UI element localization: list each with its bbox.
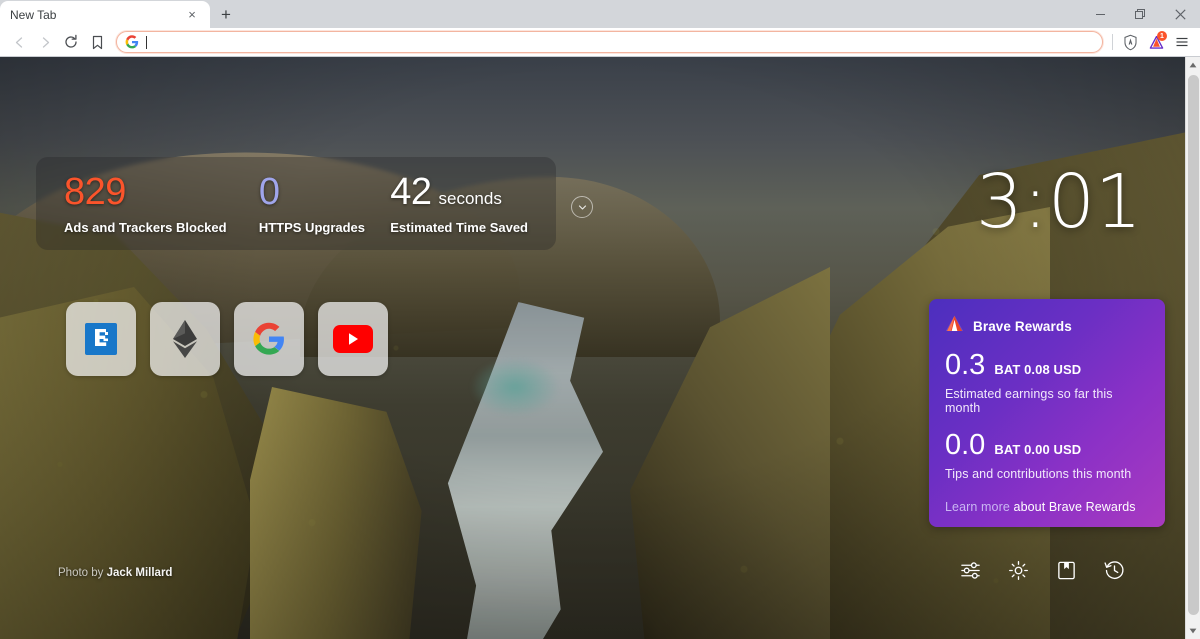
tile-ethereum[interactable] [150,302,220,376]
ethereum-icon [172,320,198,358]
river-pool [470,357,560,417]
rewards-learn-more: Learn more about Brave Rewards [945,500,1149,514]
stat-label: Estimated Time Saved [390,219,528,235]
learn-more-rest: about Brave Rewards [1013,500,1136,514]
tab-strip: New Tab × + [0,0,1200,28]
learn-more-link[interactable]: Learn more [945,500,1010,514]
brave-rewards-icon[interactable]: 1 [1144,30,1168,54]
top-sites-grid [66,302,388,376]
reload-icon[interactable] [58,29,84,55]
bookmarks-icon[interactable] [1055,559,1077,581]
browser-window: New Tab × + 1 829 Ads and Trackers Block… [0,0,1200,639]
scroll-down-icon[interactable] [1186,623,1200,639]
rewards-header: Brave Rewards [945,315,1149,337]
new-tab-page: 829 Ads and Trackers Blocked 0 HTTPS Upg… [0,57,1200,639]
youtube-icon [333,325,373,353]
back-icon[interactable] [6,29,32,55]
window-controls [1080,0,1200,28]
google-icon [252,322,286,356]
scrollbar-track[interactable] [1186,73,1200,623]
minimize-icon[interactable] [1080,0,1120,28]
browser-tab[interactable]: New Tab × [0,1,210,28]
credit-author[interactable]: Jack Millard [107,567,173,579]
credit-prefix: Photo by [58,567,104,579]
forward-icon[interactable] [32,29,58,55]
stat-ads-blocked: 829 Ads and Trackers Blocked [64,173,259,235]
stat-value: 829 [64,170,126,213]
tile-google[interactable] [234,302,304,376]
earnings-amount: 0.3 [945,349,986,381]
page-scrollbar[interactable] [1185,57,1200,639]
stat-unit: seconds [438,188,502,208]
tab-title: New Tab [10,7,57,22]
stat-value: 0 [258,170,280,213]
tips-description: Tips and contributions this month [945,467,1132,481]
stat-label: Ads and Trackers Blocked [64,219,227,235]
divider [1112,34,1113,50]
chevron-down-icon[interactable] [571,196,593,218]
scroll-up-icon[interactable] [1186,57,1200,73]
url-input[interactable] [147,35,1094,49]
stat-https-upgrades: 0 HTTPS Upgrades [259,173,390,235]
browser-toolbar: 1 [0,28,1200,57]
privacy-stats-panel: 829 Ads and Trackers Blocked 0 HTTPS Upg… [36,157,556,250]
dashboard-actions [959,559,1125,581]
scrollbar-thumb[interactable] [1187,75,1199,615]
bat-triangle-icon [945,315,964,337]
stat-value: 42 [390,170,432,213]
maximize-restore-icon[interactable] [1120,0,1160,28]
rewards-title: Brave Rewards [973,318,1072,334]
close-window-icon[interactable] [1160,0,1200,28]
settings-gear-icon[interactable] [1007,559,1029,581]
stat-label: HTTPS Upgrades [258,219,366,235]
tile-facebook[interactable] [66,302,136,376]
rewards-tips-row: 0.0 BAT 0.00 USD [945,431,1149,460]
earnings-currency: BAT 0.08 USD [994,362,1082,377]
tile-youtube[interactable] [318,302,388,376]
clock: 3:01 [975,159,1142,245]
history-icon[interactable] [1103,559,1125,581]
tips-currency: BAT 0.00 USD [994,442,1082,457]
bookmark-star-icon[interactable] [84,29,110,55]
address-bar[interactable] [116,31,1103,53]
photo-credit: Photo by Jack Millard [58,567,172,579]
brave-shields-icon[interactable] [1118,30,1142,54]
stat-time-saved: 42 seconds Estimated Time Saved [390,173,528,235]
earnings-description: Estimated earnings so far this month [945,387,1113,415]
facebook-icon [84,322,118,356]
browser-menu-icon[interactable] [1170,30,1194,54]
close-icon[interactable]: × [184,7,200,23]
brave-rewards-card[interactable]: Brave Rewards 0.3 BAT 0.08 USD Estimated… [929,299,1165,527]
new-tab-button[interactable]: + [212,1,240,28]
toolbar-right-actions: 1 [1109,30,1194,54]
tips-amount: 0.0 [945,429,986,461]
google-g-icon [125,35,139,49]
customize-icon[interactable] [959,559,981,581]
rewards-earnings-row: 0.3 BAT 0.08 USD [945,351,1149,380]
rewards-badge: 1 [1157,31,1167,41]
